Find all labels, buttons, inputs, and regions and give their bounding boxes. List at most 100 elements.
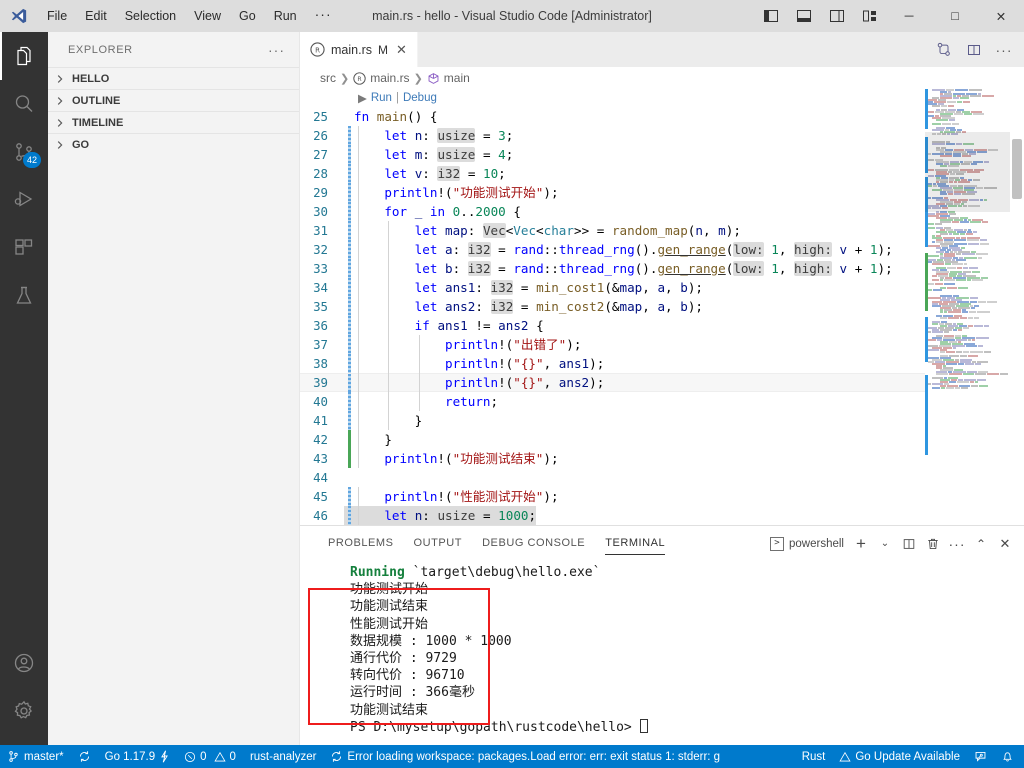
terminal-prompt[interactable]: PS D:\mysetup\gopath\rustcode\hello> [350, 718, 1024, 736]
code-line[interactable]: 39 println!("{}", ans2); [300, 373, 1024, 393]
code-line[interactable]: 37 println!("出错了"); [300, 335, 1024, 354]
code-line[interactable]: 27 let m: usize = 4; [300, 145, 1024, 164]
code-line[interactable]: 30 for _ in 0..2000 { [300, 202, 1024, 221]
menu-view[interactable]: View [185, 0, 230, 32]
code-line[interactable]: 45 println!("性能测试开始"); [300, 487, 1024, 506]
split-editor-right-icon[interactable] [930, 36, 958, 64]
breadcrumb-symbol[interactable]: main [444, 71, 470, 85]
minimap-token [928, 223, 934, 225]
sidebar-item-timeline[interactable]: TIMELINE [48, 111, 299, 133]
new-terminal-icon[interactable]: + [850, 533, 872, 555]
activity-extensions-icon[interactable] [0, 224, 48, 272]
status-feedback-icon[interactable] [967, 745, 994, 768]
panel-more-actions-icon[interactable]: ··· [946, 533, 968, 555]
tab-terminal[interactable]: TERMINAL [595, 526, 675, 561]
toggle-panel-icon[interactable] [787, 0, 820, 32]
status-problems[interactable]: 0 0 [177, 745, 243, 768]
toggle-layout-icon[interactable] [960, 36, 988, 64]
code-line[interactable]: 35 let ans2: i32 = min_cost2(&map, a, b)… [300, 297, 1024, 316]
editor-minimap[interactable] [925, 89, 1010, 525]
minimap-token [928, 331, 931, 333]
kill-terminal-trash-icon[interactable] [922, 533, 944, 555]
menu-more-icon[interactable]: ··· [306, 0, 341, 32]
code-line[interactable]: 29 println!("功能测试开始"); [300, 183, 1024, 202]
code-line[interactable]: 25 fn main() { [300, 107, 1024, 126]
code-line[interactable]: 32 let a: i32 = rand::thread_rng().gen_r… [300, 240, 1024, 259]
code-line[interactable]: 34 let ans1: i32 = min_cost1(&map, a, b)… [300, 278, 1024, 297]
tab-dirty-badge: M [377, 42, 388, 57]
activity-search-icon[interactable] [0, 80, 48, 128]
code-line[interactable]: 38 println!("{}", ans1); [300, 354, 1024, 373]
code-line[interactable]: 31 let map: Vec<Vec<char>> = random_map(… [300, 221, 1024, 240]
codelens-run[interactable]: Run [371, 92, 392, 104]
status-go-update[interactable]: Go Update Available [832, 745, 967, 768]
sidebar-item-hello[interactable]: HELLO [48, 67, 299, 89]
status-go-version[interactable]: Go 1.17.9 [98, 745, 178, 768]
customize-layout-icon[interactable] [853, 0, 886, 32]
terminal-output[interactable]: Running `target\debug\hello.exe` 功能测试开始 功能… [300, 561, 1024, 746]
code-line[interactable]: 40 return; [300, 392, 1024, 411]
activity-testing-icon[interactable] [0, 272, 48, 320]
status-workspace-error[interactable]: Error loading workspace: packages.Load e… [323, 745, 727, 768]
close-panel-icon[interactable]: ✕ [994, 533, 1016, 555]
editor-more-actions-icon[interactable]: ··· [990, 36, 1018, 64]
code-line[interactable]: 36 if ans1 != ans2 { [300, 316, 1024, 335]
status-language-mode[interactable]: Rust [795, 745, 833, 768]
sidebar-item-go[interactable]: GO [48, 133, 299, 155]
line-number: 41 [313, 413, 328, 428]
codelens-debug[interactable]: Debug [403, 92, 437, 104]
minimap-token [968, 355, 978, 357]
status-branch[interactable]: master* [0, 745, 71, 768]
code-line[interactable]: 33 let b: i32 = rand::thread_rng().gen_r… [300, 259, 1024, 278]
menu-run[interactable]: Run [265, 0, 306, 32]
maximize-button[interactable]: □ [932, 0, 978, 32]
gutter-change-marker [348, 240, 351, 259]
minimap-token [941, 387, 945, 389]
status-rust-analyzer[interactable]: rust-analyzer [243, 745, 323, 768]
activity-explorer-icon[interactable] [0, 32, 48, 80]
code-line[interactable]: 26 let n: usize = 3; [300, 126, 1024, 145]
tab-main-rs[interactable]: R main.rs M ✕ [300, 32, 418, 67]
code-line[interactable]: 28 let v: i32 = 10; [300, 164, 1024, 183]
code-line[interactable]: 41 } [300, 411, 1024, 430]
tab-close-icon[interactable]: ✕ [396, 42, 407, 58]
menu-edit[interactable]: Edit [76, 0, 116, 32]
menu-go[interactable]: Go [230, 0, 265, 32]
code-line[interactable]: 42 } [300, 430, 1024, 449]
toggle-secondary-sidebar-icon[interactable] [820, 0, 853, 32]
editor-scrollbar-thumb[interactable] [1012, 139, 1022, 199]
editor-scrollbar[interactable] [1010, 89, 1024, 525]
code-line[interactable]: 43 println!("功能测试结束"); [300, 449, 1024, 468]
status-notifications-bell-icon[interactable] [994, 745, 1024, 768]
maximize-panel-icon[interactable]: ⌃ [970, 533, 992, 555]
breadcrumb-file[interactable]: main.rs [370, 71, 409, 85]
activity-run-debug-icon[interactable] [0, 176, 48, 224]
terminal-selector[interactable]: > powershell [770, 536, 848, 551]
minimize-button[interactable]: ─ [886, 0, 932, 32]
code-line[interactable]: 46 let n: usize = 1000; [300, 506, 1024, 525]
status-sync-icon[interactable] [71, 745, 98, 768]
code-line[interactable]: 44 [300, 468, 1024, 487]
tab-output[interactable]: OUTPUT [404, 526, 473, 561]
gutter-change-marker [348, 374, 351, 393]
sidebar-item-outline[interactable]: OUTLINE [48, 89, 299, 111]
menu-file[interactable]: File [38, 0, 76, 32]
terminal-dropdown-icon[interactable]: ⌄ [874, 533, 896, 555]
minimap-slider[interactable] [925, 132, 1010, 212]
status-workspace-error-label: Error loading workspace: packages.Load e… [347, 750, 721, 763]
minimap-token [975, 373, 986, 375]
tab-debug-console[interactable]: DEBUG CONSOLE [472, 526, 595, 561]
sidebar-more-icon[interactable]: ··· [268, 42, 291, 58]
manage-settings-gear-icon[interactable] [0, 687, 48, 735]
minimap-token [982, 95, 994, 97]
breadcrumb-src[interactable]: src [320, 71, 336, 85]
split-terminal-icon[interactable] [898, 533, 920, 555]
toggle-primary-sidebar-icon[interactable] [754, 0, 787, 32]
code-editor[interactable]: ▶ Run | Debug 25 fn main() {26 let n: usi… [300, 89, 1024, 525]
activity-source-control-icon[interactable]: 42 [0, 128, 48, 176]
menu-selection[interactable]: Selection [116, 0, 185, 32]
vscode-window: File Edit Selection View Go Run ··· main… [0, 0, 1024, 768]
tab-problems[interactable]: PROBLEMS [318, 526, 404, 561]
accounts-icon[interactable] [0, 639, 48, 687]
close-button[interactable]: ✕ [978, 0, 1024, 32]
